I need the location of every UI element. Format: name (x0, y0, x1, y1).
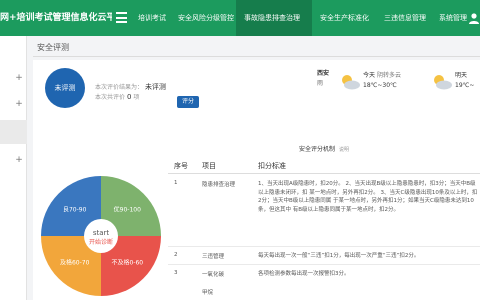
hamburger-menu-icon[interactable] (116, 12, 127, 23)
table-title-text: 安全评分机制 (298, 146, 335, 153)
sidebar-item-3[interactable]: + (0, 148, 27, 172)
partly-cloudy-icon (434, 75, 452, 90)
nav-item-training-exam[interactable]: 培训考试 (130, 0, 170, 36)
weather-location: 西安 (317, 70, 330, 77)
score-pie-panel: 优90-100 不及格0-60 及格60-70 良70-90 start 开始诊断 (33, 138, 177, 300)
header-item: 项目 (202, 162, 216, 170)
weather-today-desc: 阴转多云 (376, 72, 401, 79)
pie-label-fail: 不及格0-60 (111, 258, 143, 266)
expand-icon[interactable]: + (14, 73, 24, 83)
start-diagnosis-label[interactable]: 开始诊断 (89, 238, 113, 246)
nav-item-risk-control[interactable]: 安全风险分级管控 (170, 0, 236, 36)
row-3-item: 一氧化碳 (202, 272, 225, 278)
score-pie-chart: 优90-100 不及格0-60 及格60-70 良70-90 start开始诊断 (41, 176, 161, 296)
weather-tomorrow-temp: 19℃~ (455, 82, 475, 89)
table-title-note[interactable]: 说明 (339, 147, 349, 153)
row-3-index: 3 (174, 270, 178, 276)
partly-cloudy-icon (342, 75, 360, 90)
main-nav: 培训考试 安全风险分级管控 事故隐患排查治理 安全生产标准化 三违信息管理 系统… (130, 0, 480, 36)
sidebar-item-2[interactable]: + (0, 92, 27, 116)
row-2-index: 2 (174, 252, 178, 258)
row-1-standard: 1、当天出现A级隐患时，扣20分。 2、当天出现B级以上隐患隐患时，扣3分；当天… (258, 181, 478, 213)
start-label[interactable]: start (93, 229, 110, 237)
breadcrumb: 安全评测 (37, 43, 69, 52)
header-standard: 扣分标准 (258, 162, 286, 170)
pie-label-good: 良70-90 (63, 206, 87, 214)
evaluation-status-badge: 未评测 (45, 68, 85, 108)
row-divider (168, 264, 480, 265)
evaluated-count-value: 0 (126, 93, 132, 101)
sidebar-item-1[interactable]: + (0, 66, 27, 90)
last-result-line: 本次评价结果为： 未评测 (95, 82, 166, 92)
weather-tomorrow-label: 明天 (455, 72, 468, 79)
evaluated-count-label: 本次共评价 (95, 94, 126, 101)
row-1-item: 隐患排查治理 (202, 182, 236, 188)
header-index: 序号 (174, 162, 188, 170)
weather-today-temp: 18℃~30℃ (363, 82, 397, 89)
evaluated-count-unit: 项 (133, 94, 140, 101)
scoring-table: 安全评分机制 说明 序号 项目 扣分标准 1 隐患排查治理 1、当天出现A级隐患时… (168, 138, 480, 300)
row-2-item: 三违管理 (202, 254, 225, 260)
last-result-label: 本次评价结果为： (95, 84, 144, 91)
nav-item-violation-info[interactable]: 三违信息管理 (376, 0, 431, 36)
last-result-value: 未评测 (144, 83, 166, 91)
row-1-index: 1 (174, 180, 178, 186)
row-divider (168, 246, 480, 247)
divider (33, 56, 480, 57)
pie-label-excellent: 优90-100 (114, 206, 141, 214)
user-icon[interactable] (468, 12, 480, 24)
row-3-standard: 各项检测参数每出现一次报警扣3分。 (258, 271, 350, 277)
nav-item-safety-standard[interactable]: 安全生产标准化 (312, 0, 376, 36)
row-4-item: 甲烷 (202, 290, 214, 296)
weather-location-sub: 雨 (317, 80, 324, 87)
main-content: 安全评测 未评测 本次评价结果为： 未评测 本次共评价 0 项 评分 西安 雨 … (27, 36, 480, 300)
top-navigation-bar: 网+培训考试管理信息化云平台 培训考试 安全风险分级管控 事故隐患排查治理 安全… (0, 0, 480, 36)
evaluated-count-line: 本次共评价 0 项 (95, 92, 139, 101)
nav-item-hazard-investigation[interactable]: 事故隐患排查治理 (236, 0, 312, 36)
sidebar-item-selected[interactable] (0, 120, 27, 144)
platform-title: 网+培训考试管理信息化云平台 (0, 13, 112, 23)
weather-today-label: 今天 阴转多云 (363, 72, 401, 79)
sidebar: + + + (0, 36, 27, 300)
expand-icon[interactable]: + (14, 99, 24, 109)
table-header-row: 序号 项目 扣分标准 (168, 158, 480, 174)
expand-icon[interactable]: + (14, 155, 24, 165)
row-2-standard: 每天每出现一次一般“三违”扣1分，每出现一次严重“三违”扣2分。 (258, 253, 420, 259)
table-title: 安全评分机制 说明 (168, 144, 480, 153)
pie-label-pass: 及格60-70 (60, 258, 90, 266)
score-button[interactable]: 评分 (177, 96, 199, 108)
